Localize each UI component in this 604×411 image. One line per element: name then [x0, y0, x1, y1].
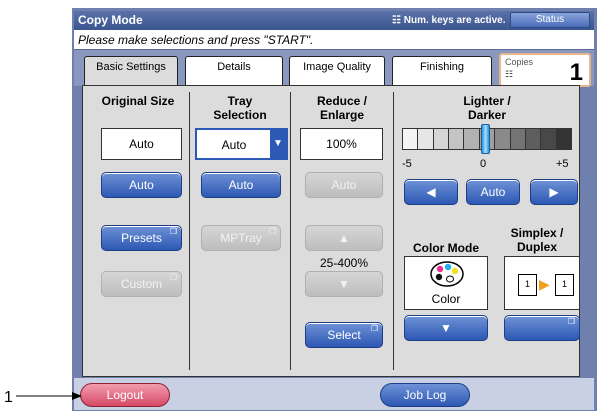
tab-basic-settings[interactable]: Basic Settings — [84, 56, 178, 87]
presets-button[interactable]: Presets ❐ — [101, 225, 182, 251]
num-keys-text: Num. keys are active. — [403, 15, 506, 26]
simplex-header-line1: Simplex / — [510, 226, 564, 240]
density-slider-handle[interactable] — [481, 124, 490, 154]
presets-label: Presets — [121, 231, 162, 245]
simplex-duplex-display: 1 ▶ 1 — [504, 256, 580, 310]
tray-header-line1: Tray — [227, 94, 253, 108]
simplex-duplex-button[interactable]: ❐ — [504, 315, 580, 341]
mptray-label: MPTray — [220, 231, 262, 245]
simplex-header-line2: Duplex — [516, 240, 557, 254]
zoom-value: 100% — [300, 128, 383, 160]
column-divider — [290, 92, 291, 370]
copies-label: Copies — [505, 57, 534, 67]
lighter-darker-header: Lighter / Darker — [396, 94, 578, 122]
color-mode-down-button[interactable]: ▼ — [404, 315, 488, 341]
num-keys-indicator: ☷ Num. keys are active. — [392, 11, 505, 30]
reduce-header-line2: Enlarge — [319, 108, 364, 122]
popup-window-icon: ❐ — [370, 324, 378, 333]
left-arrow-icon: ◀ — [426, 185, 436, 199]
tray-selection-header: Tray Selection — [193, 94, 287, 122]
status-button[interactable]: Status — [510, 12, 590, 28]
dropdown-arrow-icon: ▼ — [270, 130, 286, 158]
copies-count: 1 — [569, 59, 583, 86]
job-log-button[interactable]: Job Log — [380, 383, 470, 407]
instruction-text: Please make selections and press "START"… — [74, 30, 594, 50]
popup-window-icon: ❐ — [169, 227, 177, 236]
reduce-header-line1: Reduce / — [316, 94, 367, 108]
page-number: 1 — [561, 279, 567, 289]
color-mode-display: Color — [404, 256, 488, 310]
page-icon: 1 — [555, 274, 574, 296]
page-number: 1 — [524, 279, 530, 289]
lighter-header-line2: Darker — [467, 108, 507, 122]
select-label: Select — [327, 328, 361, 342]
custom-label: Custom — [120, 277, 163, 291]
tray-header-line2: Selection — [213, 108, 267, 122]
tray-auto-button[interactable]: Auto — [201, 172, 281, 198]
tab-image-quality[interactable]: Image Quality — [289, 56, 385, 85]
column-divider — [393, 92, 394, 370]
popup-window-icon: ❐ — [567, 317, 575, 326]
down-arrow-icon: ▼ — [338, 277, 350, 291]
zoom-up-button[interactable]: ▲ — [305, 225, 383, 251]
right-arrow-icon: ▶ — [549, 185, 559, 199]
mptray-button[interactable]: MPTray ❐ — [201, 225, 281, 251]
simplex-duplex-header: Simplex / Duplex — [496, 226, 578, 254]
darker-button[interactable]: ▶ — [530, 179, 578, 205]
custom-button[interactable]: Custom ❐ — [101, 271, 182, 297]
zoom-range-label: 25-400% — [319, 256, 369, 270]
lighter-header-line1: Lighter / — [463, 94, 511, 108]
zoom-down-button[interactable]: ▼ — [305, 271, 383, 297]
logout-button[interactable]: Logout — [80, 383, 170, 407]
tray-selection-value: Auto — [221, 138, 247, 152]
lighter-button[interactable]: ◀ — [404, 179, 458, 205]
callout-number: 1 — [4, 389, 13, 406]
popup-window-icon: ❐ — [268, 227, 276, 236]
copies-box[interactable]: Copies ☷ 1 — [499, 53, 591, 87]
zoom-select-button[interactable]: Select ❐ — [305, 322, 383, 348]
keypad-icon: ☷ — [392, 15, 401, 26]
tab-details[interactable]: Details — [185, 56, 283, 85]
page-icon: 1 — [518, 274, 537, 296]
column-divider — [189, 92, 190, 370]
reduce-enlarge-header: Reduce / Enlarge — [293, 94, 391, 122]
up-arrow-icon: ▲ — [338, 231, 350, 245]
zoom-auto-button[interactable]: Auto — [305, 172, 383, 198]
callout-arrow — [16, 392, 82, 400]
color-palette-icon — [430, 261, 464, 287]
color-mode-value: Color — [431, 292, 461, 306]
original-size-auto-button[interactable]: Auto — [101, 172, 182, 198]
popup-window-icon: ❐ — [169, 273, 177, 282]
arrow-right-icon: ▶ — [539, 276, 550, 292]
tray-selection-dropdown[interactable]: Auto ▼ — [195, 128, 288, 160]
color-mode-header: Color Mode — [413, 241, 479, 255]
keypad-icon: ☷ — [505, 69, 514, 79]
original-size-header: Original Size — [101, 94, 175, 108]
tab-finishing[interactable]: Finishing — [392, 56, 492, 85]
original-size-value: Auto — [101, 128, 182, 160]
density-max-label: +5 — [556, 158, 569, 170]
down-arrow-icon: ▼ — [440, 321, 452, 335]
density-auto-button[interactable]: Auto — [466, 179, 520, 205]
density-min-label: -5 — [402, 158, 412, 170]
density-mid-label: 0 — [480, 158, 487, 170]
